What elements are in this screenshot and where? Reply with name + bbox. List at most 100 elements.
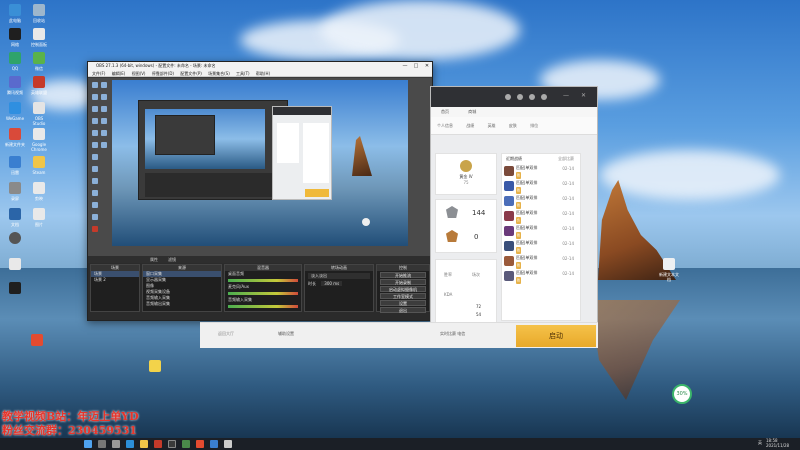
rock-formation <box>352 136 372 176</box>
obs-preview[interactable] <box>88 78 432 256</box>
cpu-badge[interactable]: 30% <box>672 384 692 404</box>
menu-view[interactable]: 视图(V) <box>132 71 146 76</box>
subtab[interactable]: 战绩 <box>466 123 474 128</box>
edge-icon[interactable] <box>126 440 134 448</box>
menu-docks[interactable]: 停靠部件(D) <box>152 71 174 76</box>
duration-input[interactable]: 300 ms <box>321 281 343 286</box>
hero-avatar <box>504 196 514 206</box>
subtab[interactable]: 皮肤 <box>509 123 517 128</box>
search-icon[interactable] <box>98 440 106 448</box>
tab-home[interactable]: 首页 <box>441 109 449 114</box>
folder-icon[interactable] <box>140 440 148 448</box>
start-recording-button[interactable]: 开始录制 <box>380 279 426 285</box>
properties-button[interactable]: 属性 <box>150 256 158 263</box>
filters-button[interactable]: 滤镜 <box>168 256 176 263</box>
ime-indicator[interactable]: 英 <box>758 440 762 446</box>
mail-icon[interactable] <box>517 94 523 100</box>
desktop-icon[interactable]: OBS Studio <box>28 102 50 130</box>
menu-profile[interactable]: 配置文件(P) <box>180 71 202 76</box>
desktop-icon-right[interactable]: 新建文本文档 <box>658 258 680 286</box>
desktop-icon[interactable] <box>26 334 48 362</box>
flex-rank-icon <box>446 230 458 242</box>
match-row[interactable]: 匹配|单双排 02-14 胜 <box>502 194 580 209</box>
notification-icon[interactable] <box>505 94 511 100</box>
menu-file[interactable]: 文件(F) <box>92 71 105 76</box>
document-icon <box>33 102 45 114</box>
document-icon <box>9 258 21 270</box>
volume-meter[interactable] <box>228 279 298 282</box>
virtual-camera-button[interactable]: 启动虚拟摄像机 <box>380 286 426 292</box>
obs-title: OBS 27.1.3 (64-bit, windows) - 配置文件: 未命名… <box>96 63 216 68</box>
desktop-icon[interactable]: Steam <box>28 156 50 184</box>
server-select[interactable]: 实时比赛 电信 <box>440 331 465 337</box>
volume-meter[interactable] <box>228 305 298 308</box>
desktop-icon[interactable] <box>144 360 166 388</box>
menu-edit[interactable]: 编辑(E) <box>112 71 126 76</box>
transition-type-select[interactable]: 淡入淡出 <box>308 273 370 279</box>
launch-button[interactable]: 启动 <box>516 325 596 347</box>
scene-item[interactable]: 场景 2 <box>91 277 139 283</box>
exit-button[interactable]: 退出 <box>380 307 426 313</box>
app-icon[interactable] <box>210 440 218 448</box>
friends-icon[interactable] <box>529 94 535 100</box>
desktop-icon[interactable]: 图片 <box>28 208 50 236</box>
subtab[interactable]: 个人信息 <box>437 123 453 128</box>
settings-button[interactable]: 设置 <box>380 300 426 306</box>
desktop-icon[interactable]: 英雄联盟 <box>28 76 50 104</box>
mini-icon <box>92 202 98 208</box>
recent-filter[interactable]: 全部比赛 <box>558 154 574 164</box>
clock-date[interactable]: 2021/11/28 <box>766 443 789 449</box>
desktop-icon[interactable]: 腾讯视频 <box>4 76 26 104</box>
app-icon[interactable] <box>182 440 190 448</box>
subtab[interactable]: 英雄 <box>488 123 496 128</box>
minimize-icon[interactable]: — <box>563 92 569 99</box>
game-icon[interactable] <box>154 440 162 448</box>
desktop-icon[interactable] <box>4 232 26 260</box>
desktop-icon[interactable]: 录屏 <box>4 182 26 210</box>
source-item[interactable]: 音频输出采集 <box>143 301 221 307</box>
game-topbar: — ✕ <box>431 87 597 107</box>
studio-mode-button[interactable]: 工作室模式 <box>380 293 426 299</box>
close-icon[interactable]: ✕ <box>581 92 586 99</box>
app-icon <box>9 102 21 114</box>
subtab[interactable]: 排位 <box>530 123 538 128</box>
settings-icon[interactable] <box>541 94 547 100</box>
app-icon[interactable] <box>196 440 204 448</box>
desktop-icon[interactable]: 新建文件夹 <box>4 128 26 156</box>
desktop-icon[interactable]: 迅雷 <box>4 156 26 184</box>
desktop-icon[interactable]: WeGame <box>4 102 26 130</box>
taskbar: 英 18:58 2021/11/28 <box>0 438 800 450</box>
start-icon[interactable] <box>84 440 92 448</box>
start-streaming-button[interactable]: 开始推流 <box>380 272 426 278</box>
task-view-icon[interactable] <box>112 440 120 448</box>
back-to-lobby-button[interactable]: 返回大厅 <box>218 331 234 337</box>
desktop-icon[interactable]: 剪映 <box>28 182 50 210</box>
app-icon <box>9 76 21 88</box>
obs-icon[interactable] <box>168 440 176 448</box>
assist-settings-button[interactable]: 辅助设置 <box>278 331 294 337</box>
maximize-icon[interactable]: □ <box>411 62 421 70</box>
desktop-icon[interactable] <box>4 282 26 310</box>
minimize-icon[interactable]: — <box>400 62 410 70</box>
hero-avatar <box>504 166 514 176</box>
match-row[interactable]: 匹配|单双排 02-14 胜 <box>502 254 580 269</box>
menu-help[interactable]: 帮助(H) <box>256 71 270 76</box>
menu-scene-collection[interactable]: 场景集合(S) <box>208 71 230 76</box>
menu-tools[interactable]: 工具(T) <box>236 71 250 76</box>
match-row[interactable]: 匹配|单双排 02-14 胜 <box>502 164 580 179</box>
tab-store[interactable]: 商城 <box>468 109 476 114</box>
match-row[interactable]: 匹配|单双排 02-14 负 <box>502 209 580 224</box>
app-icon[interactable] <box>224 440 232 448</box>
match-row[interactable]: 匹配|单双排 02-14 胜 <box>502 239 580 254</box>
rank-emblem-icon <box>460 160 472 172</box>
mini-icon <box>101 106 107 112</box>
source-toolbar: 未选择源 属性 滤镜 <box>88 256 432 272</box>
desktop-icon[interactable]: Google Chrome <box>28 128 50 156</box>
match-row[interactable]: 匹配|单双排 02-14 胜 <box>502 224 580 239</box>
match-row[interactable]: 匹配|单双排 02-14 胜 <box>502 179 580 194</box>
match-row[interactable]: 匹配|单双排 02-14 胜 <box>502 269 580 284</box>
app-icon <box>31 334 43 346</box>
rank-card: 144 0 <box>435 199 497 253</box>
close-icon[interactable]: ✕ <box>422 62 432 70</box>
volume-meter[interactable] <box>228 292 298 295</box>
